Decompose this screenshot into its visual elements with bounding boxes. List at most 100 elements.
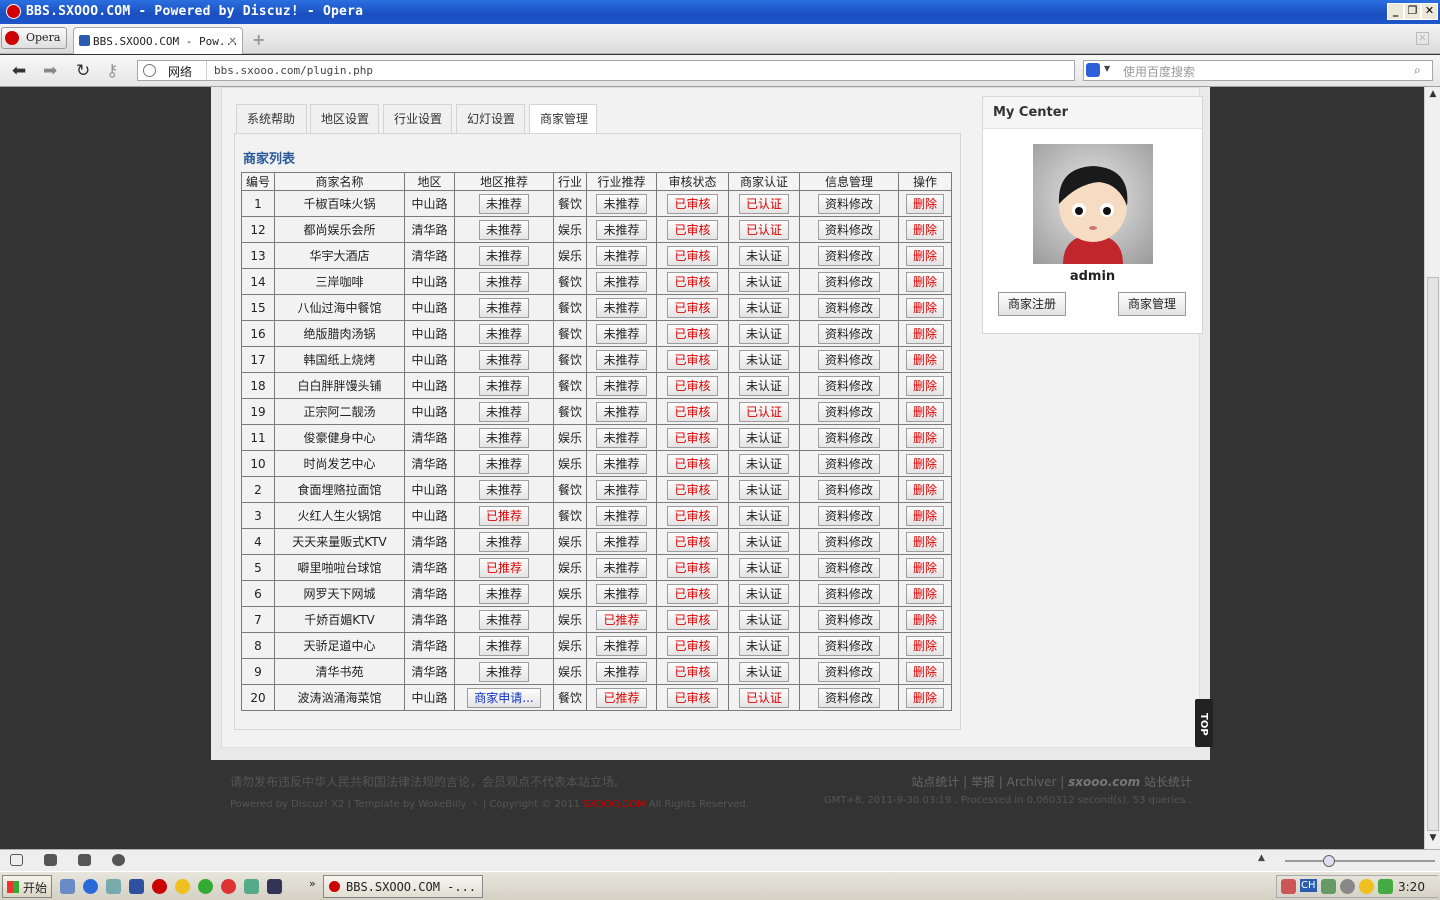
industry-recommend-button[interactable]: 未推荐 <box>596 453 647 474</box>
certification-button[interactable]: 已认证 <box>738 687 789 708</box>
edit-info-button[interactable]: 资料修改 <box>817 661 880 682</box>
audit-status-button[interactable]: 已审核 <box>667 271 718 292</box>
area-recommend-button[interactable]: 未推荐 <box>478 531 529 552</box>
close-window-button[interactable]: ✕ <box>1421 3 1438 20</box>
area-recommend-button[interactable]: 未推荐 <box>478 219 529 240</box>
delete-button[interactable]: 删除 <box>905 349 944 370</box>
edit-info-button[interactable]: 资料修改 <box>817 193 880 214</box>
delete-button[interactable]: 删除 <box>905 193 944 214</box>
delete-button[interactable]: 删除 <box>905 505 944 526</box>
edit-info-button[interactable]: 资料修改 <box>817 271 880 292</box>
app-icon[interactable] <box>129 879 144 894</box>
audit-status-button[interactable]: 已审核 <box>667 297 718 318</box>
edit-info-button[interactable]: 资料修改 <box>817 505 880 526</box>
tray-user-icon[interactable] <box>1281 879 1296 894</box>
merchant-register-button[interactable]: 商家注册 <box>998 292 1067 316</box>
industry-recommend-button[interactable]: 未推荐 <box>596 323 647 344</box>
area-recommend-button[interactable]: 未推荐 <box>478 245 529 266</box>
certification-button[interactable]: 未认证 <box>738 635 789 656</box>
certification-button[interactable]: 未认证 <box>738 453 789 474</box>
delete-button[interactable]: 删除 <box>905 479 944 500</box>
opera-menu-button[interactable]: Opera <box>1 27 67 49</box>
certification-button[interactable]: 未认证 <box>738 609 789 630</box>
industry-recommend-button[interactable]: 未推荐 <box>596 479 647 500</box>
opera-quicklaunch-icon[interactable] <box>152 879 167 894</box>
unite-cloud-icon[interactable] <box>44 854 57 866</box>
industry-recommend-button[interactable]: 未推荐 <box>596 531 647 552</box>
minimize-button[interactable]: _ <box>1387 3 1404 20</box>
industry-recommend-button[interactable]: 未推荐 <box>596 349 647 370</box>
audit-status-button[interactable]: 已审核 <box>667 401 718 422</box>
address-url[interactable]: bbs.sxooo.com/plugin.php <box>214 64 373 77</box>
area-recommend-button[interactable]: 未推荐 <box>478 193 529 214</box>
audit-status-button[interactable]: 已审核 <box>667 505 718 526</box>
tab-merchant-management[interactable]: 商家管理 <box>529 104 597 134</box>
qq-icon[interactable] <box>175 879 190 894</box>
edit-info-button[interactable]: 资料修改 <box>817 531 880 552</box>
audit-status-button[interactable]: 已审核 <box>667 375 718 396</box>
edit-info-button[interactable]: 资料修改 <box>817 557 880 578</box>
edit-info-button[interactable]: 资料修改 <box>817 349 880 370</box>
certification-button[interactable]: 未认证 <box>738 531 789 552</box>
certification-button[interactable]: 未认证 <box>738 271 789 292</box>
new-tab-icon[interactable]: + <box>252 30 265 49</box>
certification-button[interactable]: 已认证 <box>738 193 789 214</box>
industry-recommend-button[interactable]: 未推荐 <box>596 219 647 240</box>
delete-button[interactable]: 删除 <box>905 401 944 422</box>
area-recommend-button[interactable]: 未推荐 <box>478 427 529 448</box>
vertical-scrollbar[interactable]: ▲ ▼ <box>1424 87 1440 849</box>
delete-button[interactable]: 删除 <box>905 245 944 266</box>
area-recommend-button[interactable]: 未推荐 <box>478 609 529 630</box>
audit-status-button[interactable]: 已审核 <box>667 453 718 474</box>
tab-slide-settings[interactable]: 幻灯设置 <box>456 104 525 134</box>
closed-tabs-icon[interactable]: ✕ <box>1416 32 1429 45</box>
footer-site-brand[interactable]: sxooo.com <box>1068 775 1140 789</box>
tab-industry-settings[interactable]: 行业设置 <box>383 104 452 134</box>
area-recommend-button[interactable]: 未推荐 <box>478 271 529 292</box>
area-recommend-button[interactable]: 未推荐 <box>478 401 529 422</box>
taskbar-opera-window[interactable]: BBS.SXOOO.COM -... <box>323 875 483 898</box>
scroll-up-icon[interactable]: ▲ <box>1426 89 1440 103</box>
search-engine-icon[interactable] <box>1086 63 1100 77</box>
tray-shield-icon[interactable] <box>1378 879 1393 894</box>
certification-button[interactable]: 未认证 <box>738 583 789 604</box>
industry-recommend-button[interactable]: 未推荐 <box>596 375 647 396</box>
delete-button[interactable]: 删除 <box>905 375 944 396</box>
media-icon[interactable] <box>106 879 121 894</box>
back-to-top-button[interactable]: TOP <box>1195 699 1213 747</box>
audit-status-button[interactable]: 已审核 <box>667 193 718 214</box>
edit-info-button[interactable]: 资料修改 <box>817 453 880 474</box>
back-arrow-icon[interactable]: ⬅ <box>12 61 26 81</box>
start-button[interactable]: 开始 <box>2 875 52 898</box>
edit-info-button[interactable]: 资料修改 <box>817 583 880 604</box>
browser-tab[interactable]: BBS.SXOOO.COM - Pow... ✕ <box>73 27 243 54</box>
certification-button[interactable]: 未认证 <box>738 349 789 370</box>
delete-button[interactable]: 删除 <box>905 687 944 708</box>
scrollbar-thumb[interactable] <box>1427 277 1439 831</box>
industry-recommend-button[interactable]: 未推荐 <box>596 245 647 266</box>
chevron-down-icon[interactable]: ▼ <box>1104 64 1110 73</box>
audit-status-button[interactable]: 已审核 <box>667 557 718 578</box>
area-recommend-button[interactable]: 未推荐 <box>478 453 529 474</box>
tool-icon[interactable] <box>244 879 259 894</box>
scroll-down-icon[interactable]: ▼ <box>1426 833 1440 847</box>
restore-button[interactable]: ❐ <box>1404 3 1421 20</box>
audit-status-button[interactable]: 已审核 <box>667 323 718 344</box>
delete-button[interactable]: 删除 <box>905 297 944 318</box>
certification-button[interactable]: 未认证 <box>738 557 789 578</box>
share-icon[interactable] <box>78 854 91 866</box>
audit-status-button[interactable]: 已审核 <box>667 583 718 604</box>
area-recommend-button[interactable]: 商家申请... <box>467 687 541 708</box>
edit-info-button[interactable]: 资料修改 <box>817 323 880 344</box>
audit-status-button[interactable]: 已审核 <box>667 531 718 552</box>
green-app-icon[interactable] <box>198 879 213 894</box>
area-recommend-button[interactable]: 未推荐 <box>478 323 529 344</box>
certification-button[interactable]: 已认证 <box>738 219 789 240</box>
zoom-slider-knob[interactable] <box>1323 855 1335 867</box>
merchant-manage-button[interactable]: 商家管理 <box>1118 292 1187 316</box>
industry-recommend-button[interactable]: 未推荐 <box>596 635 647 656</box>
delete-button[interactable]: 删除 <box>905 453 944 474</box>
tray-security-icon[interactable] <box>1359 879 1374 894</box>
delete-button[interactable]: 删除 <box>905 609 944 630</box>
edit-info-button[interactable]: 资料修改 <box>817 687 880 708</box>
